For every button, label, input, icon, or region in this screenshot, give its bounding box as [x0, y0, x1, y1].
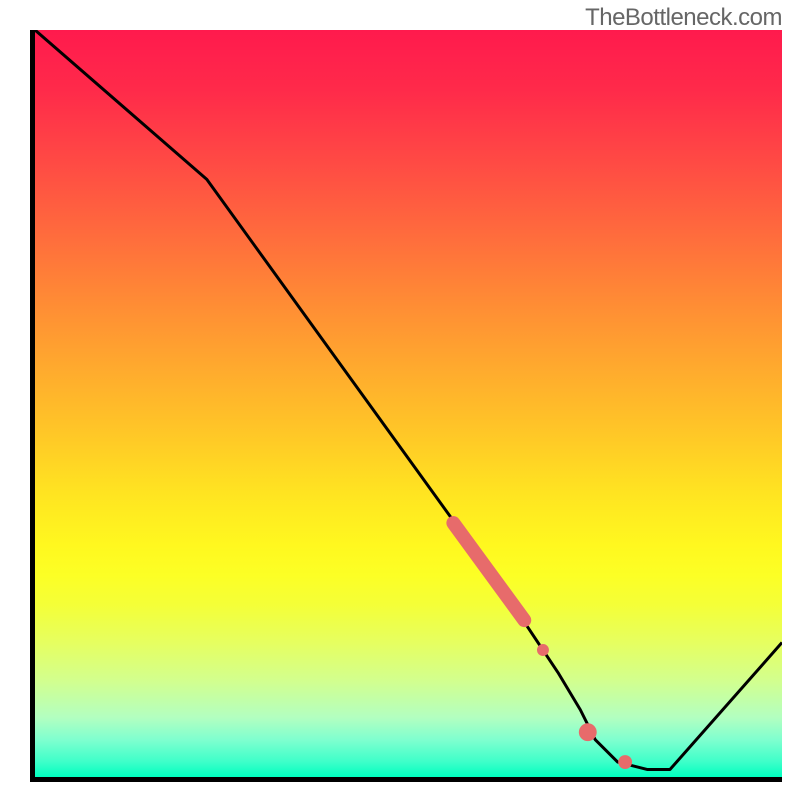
curve-layer — [35, 30, 782, 770]
plot-area — [30, 30, 782, 782]
marker-highlight-segment — [453, 523, 524, 620]
chart-svg — [35, 30, 782, 777]
chart-container: TheBottleneck.com — [0, 0, 800, 800]
marker-dot-2 — [579, 723, 597, 741]
series-bottleneck-curve — [35, 30, 782, 770]
marker-dot-1 — [537, 644, 549, 656]
marker-dot-3 — [618, 755, 632, 769]
watermark-text: TheBottleneck.com — [585, 4, 782, 32]
